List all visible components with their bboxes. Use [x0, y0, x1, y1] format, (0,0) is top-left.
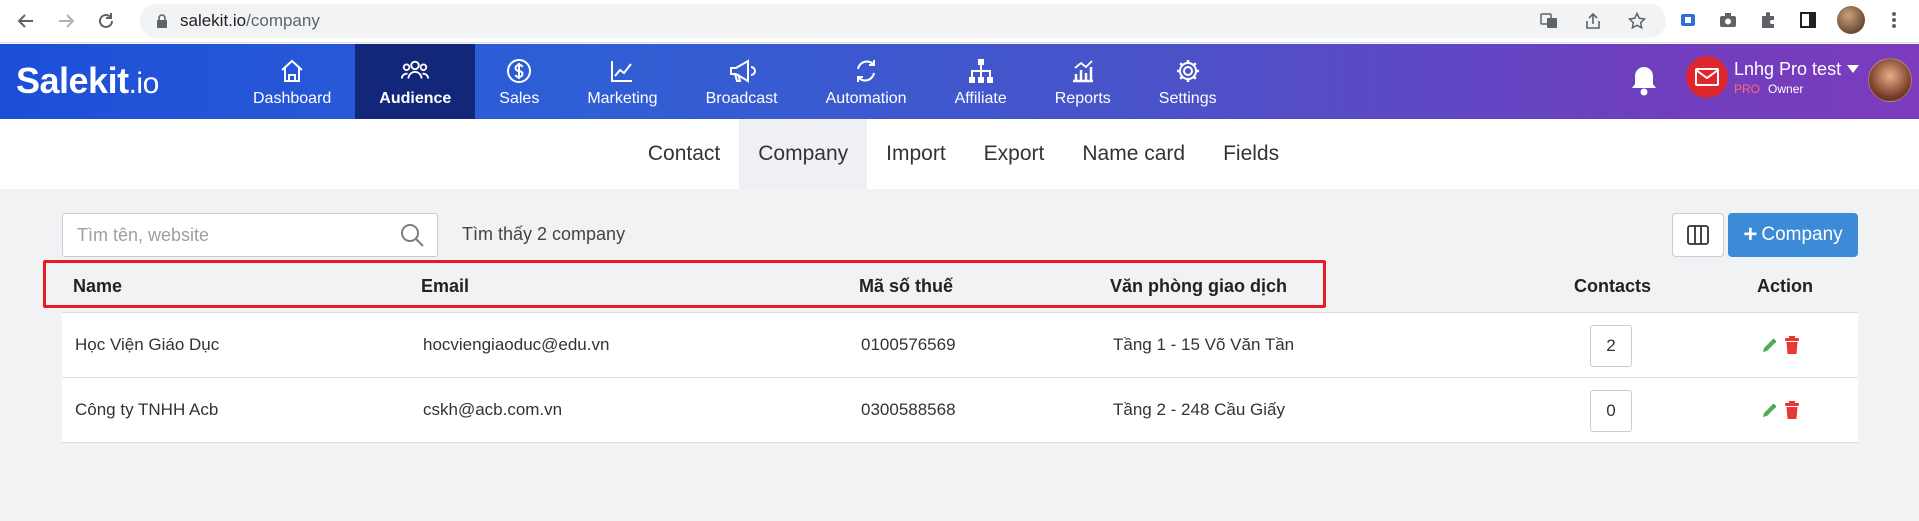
- caret-down-icon: [1847, 65, 1860, 73]
- nav-label: Settings: [1158, 89, 1217, 107]
- chart-icon: [1068, 56, 1098, 86]
- plus-icon: +: [1743, 221, 1758, 248]
- header-office[interactable]: Văn phòng giao dịch: [1110, 276, 1287, 297]
- nav-affiliate[interactable]: Affiliate: [931, 44, 1031, 119]
- network-icon: [966, 56, 996, 86]
- company-table: Name Email Mã số thuế Văn phòng giao dịc…: [62, 260, 1858, 443]
- address-bar[interactable]: salekit.io/company: [140, 4, 1666, 38]
- kebab-menu-icon[interactable]: [1883, 9, 1905, 31]
- tab-name-card[interactable]: Name card: [1063, 119, 1204, 189]
- nav-label: Automation: [825, 89, 907, 107]
- table-row[interactable]: Công ty TNHH Acb cskh@acb.com.vn 0300588…: [62, 378, 1858, 443]
- plan-badge: PRO: [1734, 81, 1761, 96]
- dollar-icon: [504, 56, 534, 86]
- url-host: salekit.io: [180, 11, 247, 30]
- tab-import[interactable]: Import: [867, 119, 965, 189]
- back-icon[interactable]: [12, 7, 40, 35]
- search-icon[interactable]: [399, 222, 425, 248]
- add-company-label: Company: [1761, 224, 1843, 245]
- trend-icon: [607, 56, 637, 86]
- company-tax: 0100576569: [861, 335, 956, 354]
- extension-blue-icon[interactable]: [1677, 9, 1699, 31]
- company-office: Tầng 1 - 15 Võ Văn Tần: [1113, 335, 1295, 354]
- nav-sales[interactable]: Sales: [475, 44, 563, 119]
- nav-label: Dashboard: [253, 89, 332, 107]
- columns-toggle-button[interactable]: [1672, 213, 1724, 257]
- search-input[interactable]: [77, 224, 399, 246]
- user-menu[interactable]: Lnhg Pro test PRO Owner: [1686, 56, 1860, 98]
- table-header: Name Email Mã số thuế Văn phòng giao dịc…: [62, 260, 1858, 313]
- tab-export[interactable]: Export: [965, 119, 1064, 189]
- result-count: Tìm thấy 2 company: [462, 224, 626, 244]
- share-icon[interactable]: [1582, 10, 1604, 32]
- audience-subtabs: Contact Company Import Export Name card …: [0, 119, 1919, 189]
- add-company-button[interactable]: + Company: [1728, 213, 1858, 257]
- header-tax[interactable]: Mã số thuế: [859, 276, 953, 297]
- forward-icon[interactable]: [52, 7, 80, 35]
- url-text: salekit.io/company: [180, 11, 320, 31]
- salekit-logo[interactable]: Salekit.io: [16, 60, 159, 102]
- translate-icon[interactable]: [1538, 10, 1560, 32]
- edit-pencil-icon[interactable]: [1760, 335, 1780, 355]
- nav-marketing[interactable]: Marketing: [563, 44, 681, 119]
- nav-label: Reports: [1054, 89, 1111, 107]
- nav-label: Audience: [379, 89, 452, 107]
- extensions-puzzle-icon[interactable]: [1757, 9, 1779, 31]
- nav-settings[interactable]: Settings: [1135, 44, 1241, 119]
- gear-icon: [1173, 56, 1203, 86]
- nav-label: Affiliate: [954, 89, 1007, 107]
- nav-automation[interactable]: Automation: [802, 44, 931, 119]
- company-name-link[interactable]: Học Viện Giáo Dục: [75, 335, 219, 355]
- mail-icon[interactable]: [1686, 56, 1728, 98]
- nav-dashboard[interactable]: Dashboard: [229, 44, 355, 119]
- logo-suffix: .io: [128, 67, 160, 100]
- bookmark-star-icon[interactable]: [1626, 10, 1648, 32]
- users-icon: [400, 56, 430, 86]
- sidepanel-icon[interactable]: [1797, 9, 1819, 31]
- megaphone-icon: [727, 56, 757, 86]
- nav-reports[interactable]: Reports: [1031, 44, 1135, 119]
- nav-audience[interactable]: Audience: [355, 44, 476, 119]
- company-office: Tầng 2 - 248 Cầu Giấy: [1113, 400, 1285, 419]
- tab-company[interactable]: Company: [739, 119, 868, 189]
- table-row[interactable]: Học Viện Giáo Dục hocviengiaoduc@edu.vn …: [62, 313, 1858, 378]
- company-name-link[interactable]: Công ty TNHH Acb: [75, 400, 218, 420]
- nav-broadcast[interactable]: Broadcast: [682, 44, 802, 119]
- contacts-count[interactable]: 0: [1590, 390, 1632, 432]
- nav-label: Marketing: [587, 89, 658, 107]
- columns-icon: [1687, 225, 1709, 245]
- logo-main: Salekit: [16, 60, 129, 101]
- contacts-count[interactable]: 2: [1590, 325, 1632, 367]
- main-nav: Dashboard Audience Sales Marketing Broad…: [229, 44, 1241, 119]
- user-name: Lnhg Pro test: [1734, 58, 1842, 79]
- lock-icon[interactable]: [154, 13, 170, 29]
- app-header: Salekit.io Dashboard Audience Sales Mark…: [0, 44, 1919, 119]
- home-icon: [277, 56, 307, 86]
- header-action: Action: [1757, 276, 1813, 296]
- company-tax: 0300588568: [861, 400, 956, 419]
- header-contacts: Contacts: [1574, 276, 1652, 296]
- trash-icon[interactable]: [1782, 335, 1802, 355]
- browser-profile-avatar[interactable]: [1837, 6, 1865, 34]
- bell-icon[interactable]: [1628, 64, 1660, 98]
- trash-icon[interactable]: [1782, 400, 1802, 420]
- avatar[interactable]: [1868, 58, 1912, 102]
- company-email: hocviengiaoduc@edu.vn: [423, 335, 610, 354]
- user-role: Owner: [1768, 81, 1804, 96]
- company-email: cskh@acb.com.vn: [423, 400, 563, 419]
- cycle-icon: [851, 56, 881, 86]
- tab-contact[interactable]: Contact: [629, 119, 739, 189]
- tab-fields[interactable]: Fields: [1204, 119, 1298, 189]
- nav-label: Sales: [499, 89, 540, 107]
- header-name[interactable]: Name: [73, 276, 122, 297]
- header-email[interactable]: Email: [421, 276, 469, 297]
- browser-toolbar: salekit.io/company: [0, 0, 1919, 43]
- camera-icon[interactable]: [1717, 9, 1739, 31]
- reload-icon[interactable]: [92, 7, 120, 35]
- url-path: /company: [246, 11, 320, 30]
- nav-label: Broadcast: [705, 89, 778, 107]
- search-box: [62, 213, 438, 257]
- edit-pencil-icon[interactable]: [1760, 400, 1780, 420]
